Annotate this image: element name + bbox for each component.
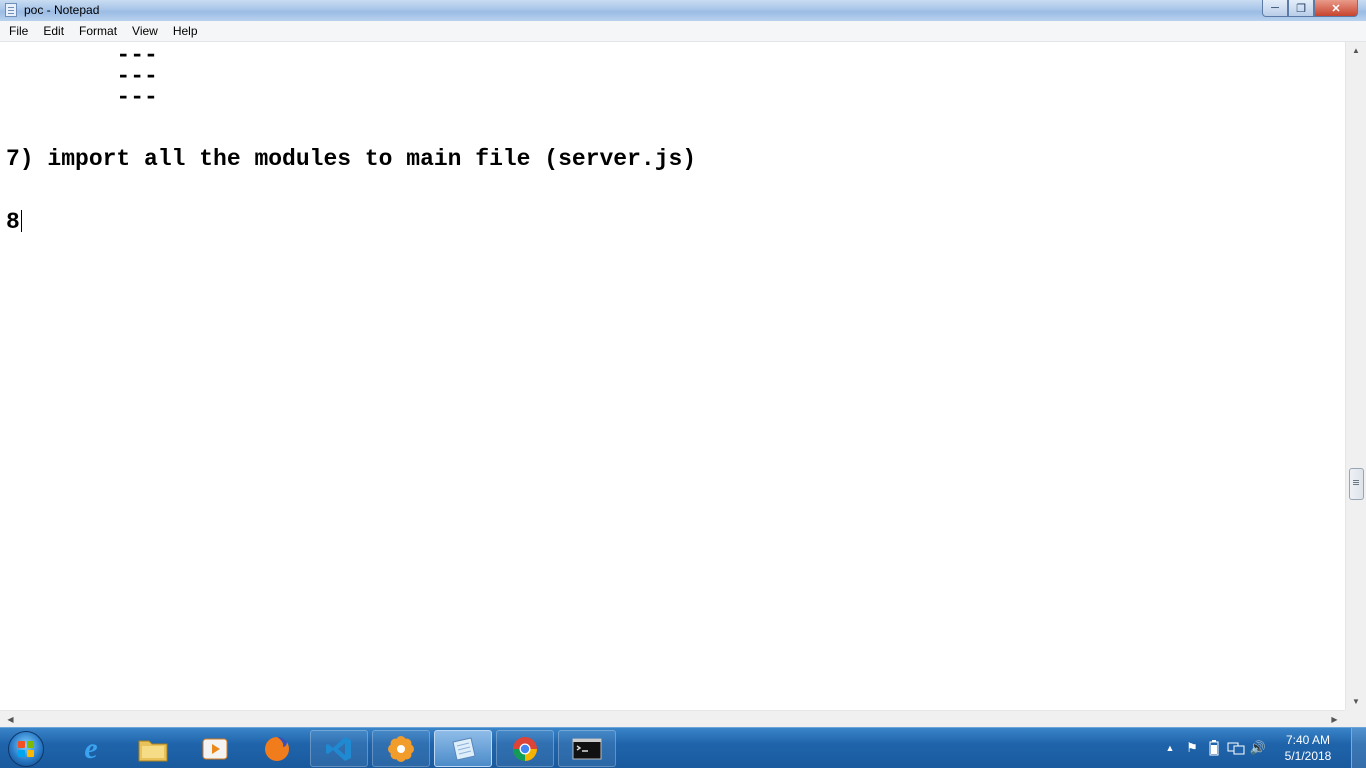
scroll-down-icon[interactable]: ▼ (1346, 693, 1366, 710)
visual-studio-code-icon (324, 734, 354, 764)
window-controls: ─ ❐ ✕ (1262, 0, 1358, 18)
minimize-button[interactable]: ─ (1262, 0, 1288, 17)
menu-help[interactable]: Help (164, 24, 204, 38)
editor-line: --- (6, 84, 158, 110)
file-explorer-icon (138, 734, 168, 764)
taskbar-command-prompt[interactable] (558, 730, 616, 767)
clock-time: 7:40 AM (1285, 733, 1331, 747)
editor-line: 7) import all the modules to main file (… (6, 146, 697, 172)
title-bar[interactable]: poc - Notepad ─ ❐ ✕ (0, 0, 1366, 21)
media-player-icon (200, 734, 230, 764)
menu-bar: File Edit Format View Help (0, 21, 1366, 42)
taskbar-notepad[interactable] (434, 730, 492, 767)
taskbar-internet-explorer[interactable]: e (62, 730, 120, 767)
close-icon: ✕ (1331, 2, 1341, 15)
scrollbar-corner (1345, 710, 1366, 727)
battery-icon[interactable] (1203, 737, 1225, 759)
action-center-flag-icon[interactable]: ⚑ (1181, 737, 1203, 759)
taskbar-flower-app[interactable] (372, 730, 430, 767)
scroll-right-icon[interactable]: ▶ (1326, 711, 1343, 727)
editor-line-text: 8 (6, 209, 20, 235)
firefox-icon (262, 734, 292, 764)
volume-icon[interactable]: 🔊 (1247, 737, 1269, 759)
restore-icon: ❐ (1296, 2, 1306, 15)
chrome-icon (510, 734, 540, 764)
window-title: poc - Notepad (24, 3, 100, 17)
menu-file[interactable]: File (0, 24, 34, 38)
notepad-icon (448, 734, 478, 764)
flower-app-icon (386, 734, 416, 764)
close-button[interactable]: ✕ (1314, 0, 1358, 17)
horizontal-scrollbar[interactable]: ◀ ▶ (0, 710, 1345, 727)
clock-date: 5/1/2018 (1284, 749, 1332, 763)
editor-line-current: 8 (6, 209, 22, 235)
text-editor[interactable]: --- --- --- 7) import all the modules to… (0, 42, 1345, 710)
taskbar-file-explorer[interactable] (124, 730, 182, 767)
vertical-scroll-thumb[interactable] (1349, 468, 1364, 500)
text-caret (20, 210, 22, 232)
menu-view[interactable]: View (123, 24, 164, 38)
minimize-icon: ─ (1271, 2, 1279, 14)
show-desktop-button[interactable] (1351, 728, 1366, 768)
scroll-up-icon[interactable]: ▲ (1346, 42, 1366, 59)
notepad-icon[interactable] (5, 3, 17, 17)
network-icon[interactable] (1225, 737, 1247, 759)
taskbar: e ▲ ⚑ 🔊 7:40 AM 5/1/2018 (0, 727, 1366, 768)
taskbar-chrome[interactable] (496, 730, 554, 767)
show-hidden-icons-icon[interactable]: ▲ (1159, 737, 1181, 759)
command-prompt-icon (572, 734, 602, 764)
vertical-scrollbar[interactable]: ▲ ▼ (1345, 42, 1366, 710)
taskbar-media-player[interactable] (186, 730, 244, 767)
system-tray: ▲ ⚑ 🔊 7:40 AM 5/1/2018 (1159, 728, 1366, 768)
taskbar-visual-studio-code[interactable] (310, 730, 368, 767)
start-button[interactable] (8, 731, 44, 767)
menu-format[interactable]: Format (70, 24, 123, 38)
internet-explorer-icon: e (84, 731, 98, 765)
scroll-left-icon[interactable]: ◀ (2, 711, 19, 727)
taskbar-firefox[interactable] (248, 730, 306, 767)
menu-edit[interactable]: Edit (34, 24, 70, 38)
restore-button[interactable]: ❐ (1288, 0, 1314, 17)
clock[interactable]: 7:40 AM 5/1/2018 (1273, 732, 1343, 764)
